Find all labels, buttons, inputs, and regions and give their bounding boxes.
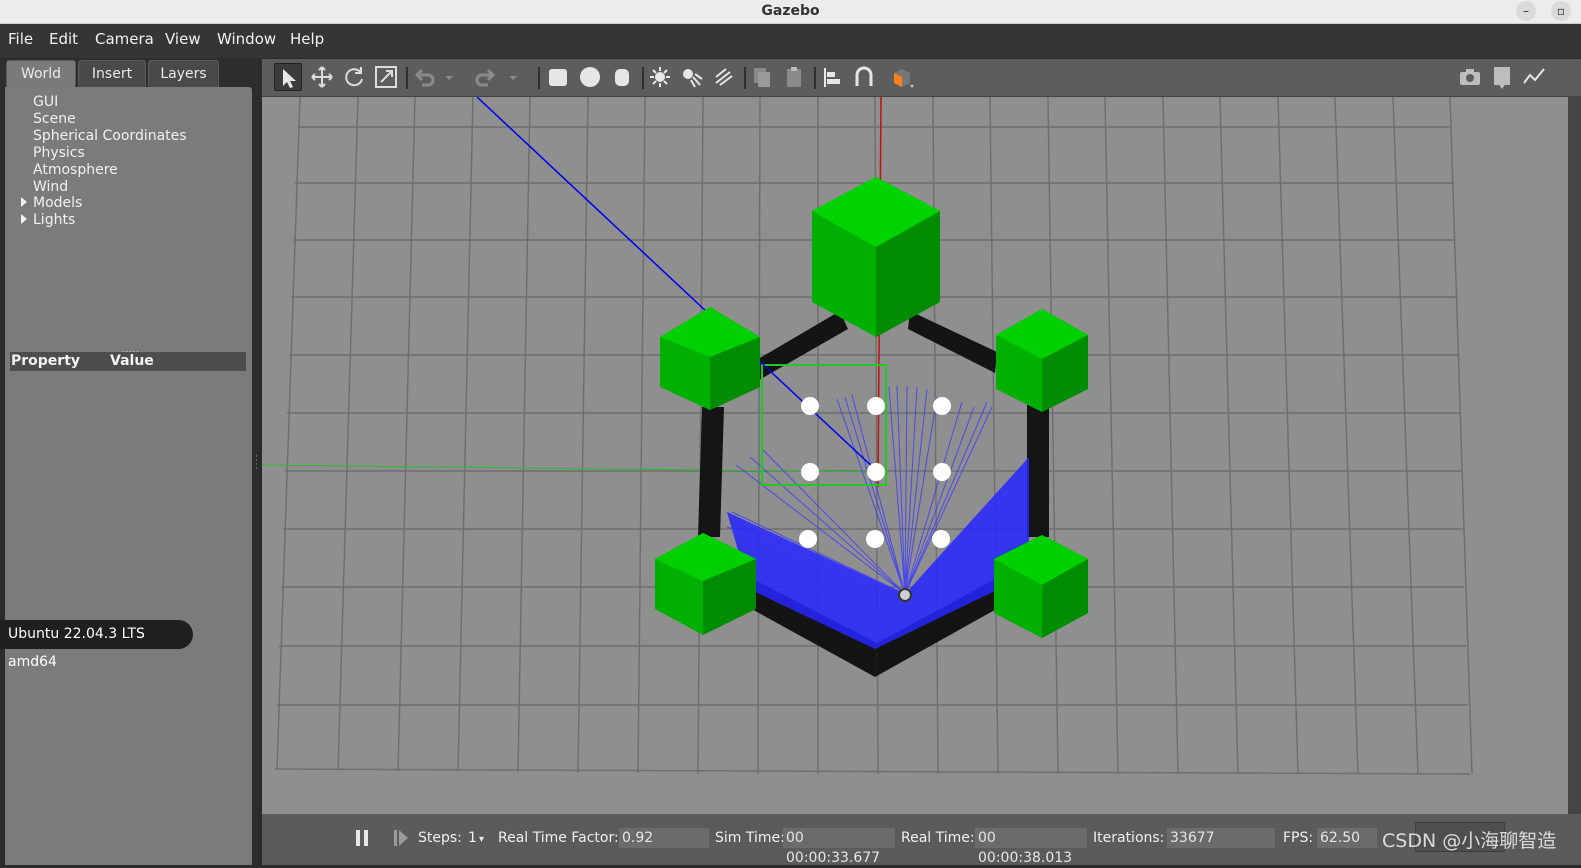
sim-time-label: Sim Time:	[715, 830, 785, 846]
property-header: Property Value	[10, 352, 246, 371]
iterations-label: Iterations:	[1093, 830, 1165, 846]
tree-item-models[interactable]: Models	[33, 195, 82, 211]
redo-icon[interactable]	[472, 63, 500, 91]
iterations-value: 33677	[1167, 828, 1275, 848]
sphere-icon[interactable]	[576, 63, 604, 91]
toolbar-separator	[814, 67, 816, 89]
view-angle-icon[interactable]	[888, 63, 916, 91]
rtf-label: Real Time Factor:	[498, 830, 619, 846]
select-arrow-icon[interactable]	[274, 63, 302, 91]
panel-splitter[interactable]: .....	[5, 345, 252, 354]
pause-icon[interactable]	[354, 828, 370, 848]
translate-icon[interactable]	[308, 63, 336, 91]
steps-dropdown-icon[interactable]: ▾	[479, 834, 484, 845]
box-icon[interactable]	[544, 63, 572, 91]
value-column-header: Value	[110, 353, 154, 369]
menu-view[interactable]: View	[165, 30, 201, 48]
toolbar-separator	[642, 67, 644, 89]
maximize-button[interactable]: ▫	[1551, 1, 1571, 21]
snap-icon[interactable]	[850, 63, 878, 91]
real-time-label: Real Time:	[901, 830, 975, 846]
toolbar-separator	[538, 67, 540, 89]
tree-item-wind[interactable]: Wind	[33, 179, 68, 195]
directional-light-icon[interactable]	[710, 63, 738, 91]
real-time-value: 00 00:00:38.013	[975, 828, 1087, 866]
expand-lights-icon[interactable]	[21, 214, 27, 224]
menu-file[interactable]: File	[8, 30, 33, 48]
toolbar-separator	[406, 67, 408, 89]
world-tree: GUI Scene Spherical Coordinates Physics …	[5, 87, 252, 345]
steps-label: Steps:	[418, 830, 462, 846]
rtf-value: 0.92	[619, 828, 709, 848]
pillar-upper-right	[996, 309, 1088, 412]
fps-value: 62.50	[1317, 828, 1377, 848]
menu-help[interactable]: Help	[290, 30, 324, 48]
redo-dropdown-icon[interactable]	[506, 63, 520, 91]
tab-world[interactable]: World	[6, 60, 76, 87]
toolbar-separator	[744, 67, 746, 89]
tree-item-spherical-coordinates[interactable]: Spherical Coordinates	[33, 128, 187, 144]
pillar-top	[812, 177, 940, 337]
side-panel-grip-icon[interactable]: · · · ·	[255, 453, 259, 474]
sim-time-value: 00 00:00:33.677	[783, 828, 895, 866]
menu-edit[interactable]: Edit	[49, 30, 78, 48]
watermark: CSDN @小海聊智造	[1382, 830, 1557, 852]
plot-icon[interactable]	[1520, 63, 1548, 91]
align-icon[interactable]	[818, 63, 846, 91]
toolbar	[262, 59, 1581, 97]
tree-item-scene[interactable]: Scene	[33, 111, 76, 127]
step-icon[interactable]	[392, 828, 410, 848]
tab-insert[interactable]: Insert	[78, 60, 146, 87]
tree-item-gui[interactable]: GUI	[33, 94, 58, 110]
copy-icon[interactable]	[748, 63, 776, 91]
point-light-icon[interactable]	[646, 63, 674, 91]
property-panel: Property Value	[5, 352, 252, 865]
minimize-button[interactable]: –	[1516, 1, 1536, 21]
cylinder-icon[interactable]	[608, 63, 636, 91]
fps-label: FPS:	[1283, 830, 1314, 846]
screenshot-icon[interactable]	[1456, 63, 1484, 91]
left-panel: World Insert Layers GUI Scene Spherical …	[0, 58, 258, 865]
menu-window[interactable]: Window	[217, 30, 276, 48]
menu-camera[interactable]: Camera	[95, 30, 154, 48]
window-title: Gazebo	[761, 3, 820, 19]
undo-dropdown-icon[interactable]	[442, 63, 456, 91]
tab-layers[interactable]: Layers	[148, 60, 219, 87]
undo-icon[interactable]	[410, 63, 438, 91]
scale-icon[interactable]	[372, 63, 400, 91]
menu-bar: File Edit Camera View Window Help	[0, 24, 1581, 58]
property-column-header: Property	[11, 353, 81, 369]
tree-item-physics[interactable]: Physics	[33, 145, 85, 161]
robot-lidar-sensor[interactable]	[898, 588, 912, 602]
rotate-icon[interactable]	[340, 63, 368, 91]
log-icon[interactable]	[1488, 63, 1516, 91]
expand-models-icon[interactable]	[21, 197, 27, 207]
right-panel-edge	[1568, 97, 1581, 814]
tree-item-lights[interactable]: Lights	[33, 212, 75, 228]
spot-light-icon[interactable]	[678, 63, 706, 91]
selection-bounding-box	[761, 364, 887, 486]
tree-item-atmosphere[interactable]: Atmosphere	[33, 162, 118, 178]
pillar-upper-left	[660, 307, 760, 410]
scene-viewport[interactable]	[262, 97, 1568, 814]
title-bar: Gazebo – ▫	[0, 0, 1581, 24]
paste-icon[interactable]	[780, 63, 808, 91]
os-version-toast: Ubuntu 22.04.3 LTS amd64	[0, 620, 193, 670]
steps-value[interactable]: 1	[468, 830, 477, 846]
